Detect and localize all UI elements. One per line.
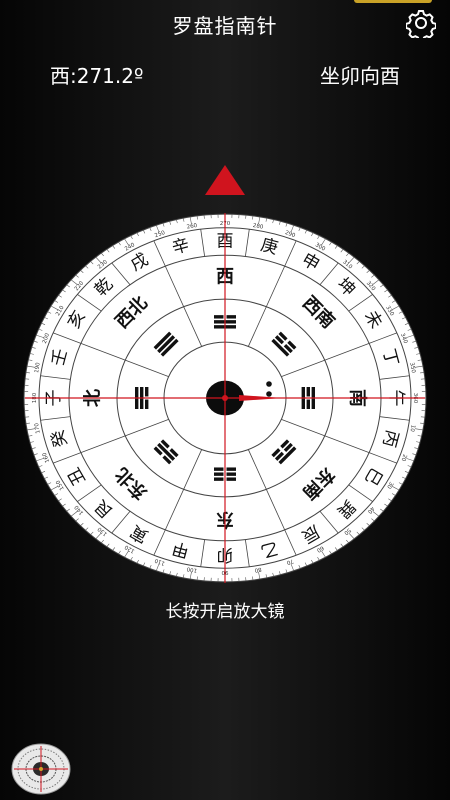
trigram-line: [226, 467, 236, 471]
trigram-line: [306, 399, 310, 409]
needle-pivot: [222, 395, 228, 401]
magnifier-hint: 长按开启放大镜: [165, 602, 285, 622]
trigram-line: [145, 399, 149, 409]
compass-thumbnail-icon[interactable]: [10, 742, 72, 796]
hub-dot: [266, 391, 272, 397]
trigram-line: [214, 467, 224, 471]
trigram-line: [306, 387, 310, 397]
trigram-line: [145, 387, 149, 397]
trigram-line: [214, 477, 224, 481]
triangle-pointer-icon: [205, 165, 245, 195]
trigram-line: [226, 477, 236, 481]
dial-face: 2702802903003103203303403503601020304050…: [23, 213, 427, 583]
gear-icon[interactable]: [406, 8, 436, 38]
sitting-direction-readout: 坐卯向酉: [320, 64, 400, 88]
accent-strip: [354, 0, 432, 3]
trigram-line: [226, 315, 236, 319]
trigram-line: [214, 472, 224, 476]
trigram-line: [226, 472, 236, 476]
compass-dial[interactable]: 2702802903003103203303403503601020304050…: [23, 213, 427, 583]
top-bar: 罗盘指南针: [0, 0, 450, 48]
heading-readout: 西:271.2º: [50, 64, 144, 88]
trigram-line: [214, 315, 224, 319]
app-title: 罗盘指南针: [172, 14, 278, 38]
hub-dot: [266, 381, 272, 387]
